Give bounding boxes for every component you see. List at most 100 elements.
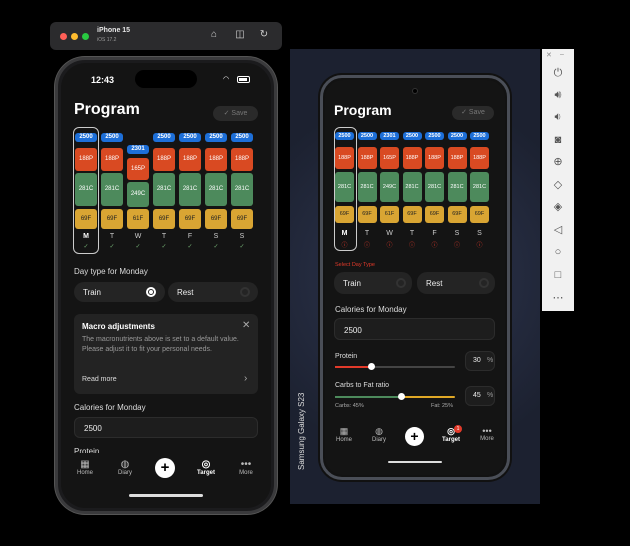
more-options-icon[interactable]: ⋯ bbox=[542, 287, 574, 309]
android-train-label: Train bbox=[343, 279, 361, 288]
more-icon: ••• bbox=[240, 459, 252, 470]
android-tab-diary[interactable]: ◍ Diary bbox=[365, 426, 393, 443]
target-icon: ◎ bbox=[201, 459, 211, 470]
android-day-protein: 188P bbox=[335, 147, 354, 169]
overview-icon[interactable]: □ bbox=[542, 264, 574, 286]
chevron-right-icon[interactable]: › bbox=[244, 373, 247, 384]
protein-value-field[interactable]: 30% bbox=[465, 351, 495, 371]
android-train-option[interactable]: Train bbox=[334, 272, 412, 294]
day-calories: 2500 bbox=[205, 133, 227, 142]
tab-diary-label: Diary bbox=[117, 470, 132, 476]
minimize-icon[interactable]: – bbox=[560, 51, 564, 58]
ratio-percent-sign: % bbox=[487, 392, 494, 399]
android-tab-more[interactable]: ••• More bbox=[473, 426, 501, 442]
home-circle-icon[interactable]: ○ bbox=[542, 241, 574, 263]
ratio-slider-thumb[interactable] bbox=[398, 393, 405, 400]
minimize-window-button[interactable] bbox=[71, 33, 78, 40]
android-add-button[interactable]: + bbox=[405, 427, 424, 446]
read-more-link[interactable]: Read more bbox=[82, 376, 117, 383]
add-button[interactable]: + bbox=[155, 458, 175, 478]
android-tab-diary-label: Diary bbox=[371, 437, 386, 443]
carbs-percent-text: Carbs: 45% bbox=[335, 403, 364, 409]
rotate-icon[interactable]: ↻ bbox=[257, 28, 271, 42]
home-indicator bbox=[129, 494, 203, 497]
android-day-protein: 165P bbox=[380, 147, 399, 169]
day-calories: 2301 bbox=[127, 145, 149, 154]
dynamic-island bbox=[135, 70, 197, 88]
rotate-right-icon[interactable]: ◈ bbox=[542, 196, 574, 218]
rest-option[interactable]: Rest bbox=[168, 282, 258, 302]
tab-more[interactable]: ••• More bbox=[231, 459, 261, 476]
close-window-button[interactable] bbox=[60, 33, 67, 40]
simulator-os-version: iOS 17.2 bbox=[97, 37, 117, 43]
android-save-button[interactable]: ✓ Save bbox=[452, 106, 494, 120]
day-letter: S bbox=[239, 233, 245, 240]
volume-down-icon[interactable]: 🔉︎ bbox=[542, 106, 574, 128]
android-day-fat: 69F bbox=[425, 206, 444, 223]
rotate-left-icon[interactable]: ◇ bbox=[542, 174, 574, 196]
ratio-slider-track[interactable] bbox=[335, 393, 455, 400]
home-grid-icon: ▦ bbox=[339, 426, 349, 436]
check-icon: ✓ bbox=[187, 244, 193, 250]
back-icon[interactable]: ◁ bbox=[542, 219, 574, 241]
calories-value: 2500 bbox=[84, 424, 102, 433]
volume-up-icon[interactable]: 🔊︎ bbox=[542, 84, 574, 106]
day-carbs: 281C bbox=[231, 173, 253, 206]
close-icon[interactable]: ✕ bbox=[242, 320, 250, 331]
android-day-carbs: 281C bbox=[425, 172, 444, 202]
protein-slider-track[interactable] bbox=[335, 363, 455, 370]
android-day-carbs: 281C bbox=[447, 172, 467, 202]
android-gesture-bar bbox=[388, 461, 442, 463]
android-tab-home[interactable]: ▦ Home bbox=[330, 426, 358, 443]
android-rest-label: Rest bbox=[426, 279, 443, 288]
tab-home[interactable]: ▦ Home bbox=[70, 459, 100, 476]
android-calories-label: Calories for Monday bbox=[335, 305, 407, 314]
tab-target[interactable]: ◎ Target bbox=[191, 459, 221, 476]
android-rest-radio[interactable] bbox=[479, 278, 489, 288]
fat-percent-text: Fat: 25% bbox=[431, 403, 454, 409]
home-icon[interactable]: ⌂ bbox=[207, 28, 221, 42]
power-icon[interactable]: ⏻ bbox=[542, 62, 574, 84]
day-protein: 188P bbox=[231, 148, 253, 171]
android-day-calories: 2500 bbox=[425, 132, 444, 140]
android-day-fat: 69F bbox=[335, 206, 354, 223]
android-day-fat: 61F bbox=[380, 206, 399, 223]
day-letter: T bbox=[161, 233, 167, 240]
android-tab-bar: ▦ Home ◍ Diary + ◎ Target 1 ••• More bbox=[325, 420, 505, 475]
zoom-window-button[interactable] bbox=[82, 33, 89, 40]
protein-percent-sign: % bbox=[487, 357, 494, 364]
day-fat: 69F bbox=[101, 209, 123, 229]
calories-input[interactable]: 2500 bbox=[74, 417, 258, 438]
tab-diary[interactable]: ◍ Diary bbox=[110, 459, 140, 476]
camera-icon[interactable]: ◙ bbox=[542, 129, 574, 151]
android-day-letter: T bbox=[364, 230, 370, 237]
iphone-screen: 12:43 ◠ Program ✓ Save Day type for Mond… bbox=[61, 63, 271, 508]
collapse-icon[interactable]: ✕ bbox=[546, 51, 552, 59]
android-page-title: Program bbox=[334, 102, 392, 118]
rest-label: Rest bbox=[177, 288, 194, 297]
tab-more-label: More bbox=[239, 470, 253, 476]
macro-card-body: The macronutrients above is set to a def… bbox=[82, 336, 239, 353]
day-protein: 188P bbox=[75, 148, 97, 171]
check-icon: ✓ bbox=[213, 244, 219, 250]
screenshot-icon[interactable]: ◫ bbox=[233, 28, 247, 42]
save-button[interactable]: ✓ Save bbox=[213, 106, 258, 121]
zoom-icon[interactable]: ⊕ bbox=[542, 151, 574, 173]
macro-card-title: Macro adjustments bbox=[82, 322, 155, 331]
android-day-fat: 69F bbox=[402, 206, 422, 223]
android-calories-input[interactable]: 2500 bbox=[334, 318, 495, 340]
protein-value: 30 bbox=[473, 357, 481, 364]
android-day-protein: 188P bbox=[470, 147, 489, 169]
train-radio[interactable] bbox=[146, 287, 156, 297]
rest-radio[interactable] bbox=[240, 287, 250, 297]
android-train-radio[interactable] bbox=[396, 278, 406, 288]
android-day-carbs: 249C bbox=[380, 172, 399, 202]
train-option[interactable]: Train bbox=[74, 282, 165, 302]
android-day-letter: W bbox=[386, 230, 393, 237]
android-tab-home-label: Home bbox=[335, 437, 352, 443]
protein-slider-thumb[interactable] bbox=[368, 363, 375, 370]
device-label: Samsung Galaxy S23 bbox=[297, 392, 306, 470]
day-calories: 2500 bbox=[153, 133, 175, 142]
android-rest-option[interactable]: Rest bbox=[417, 272, 495, 294]
ratio-value-field[interactable]: 45% bbox=[465, 386, 495, 406]
